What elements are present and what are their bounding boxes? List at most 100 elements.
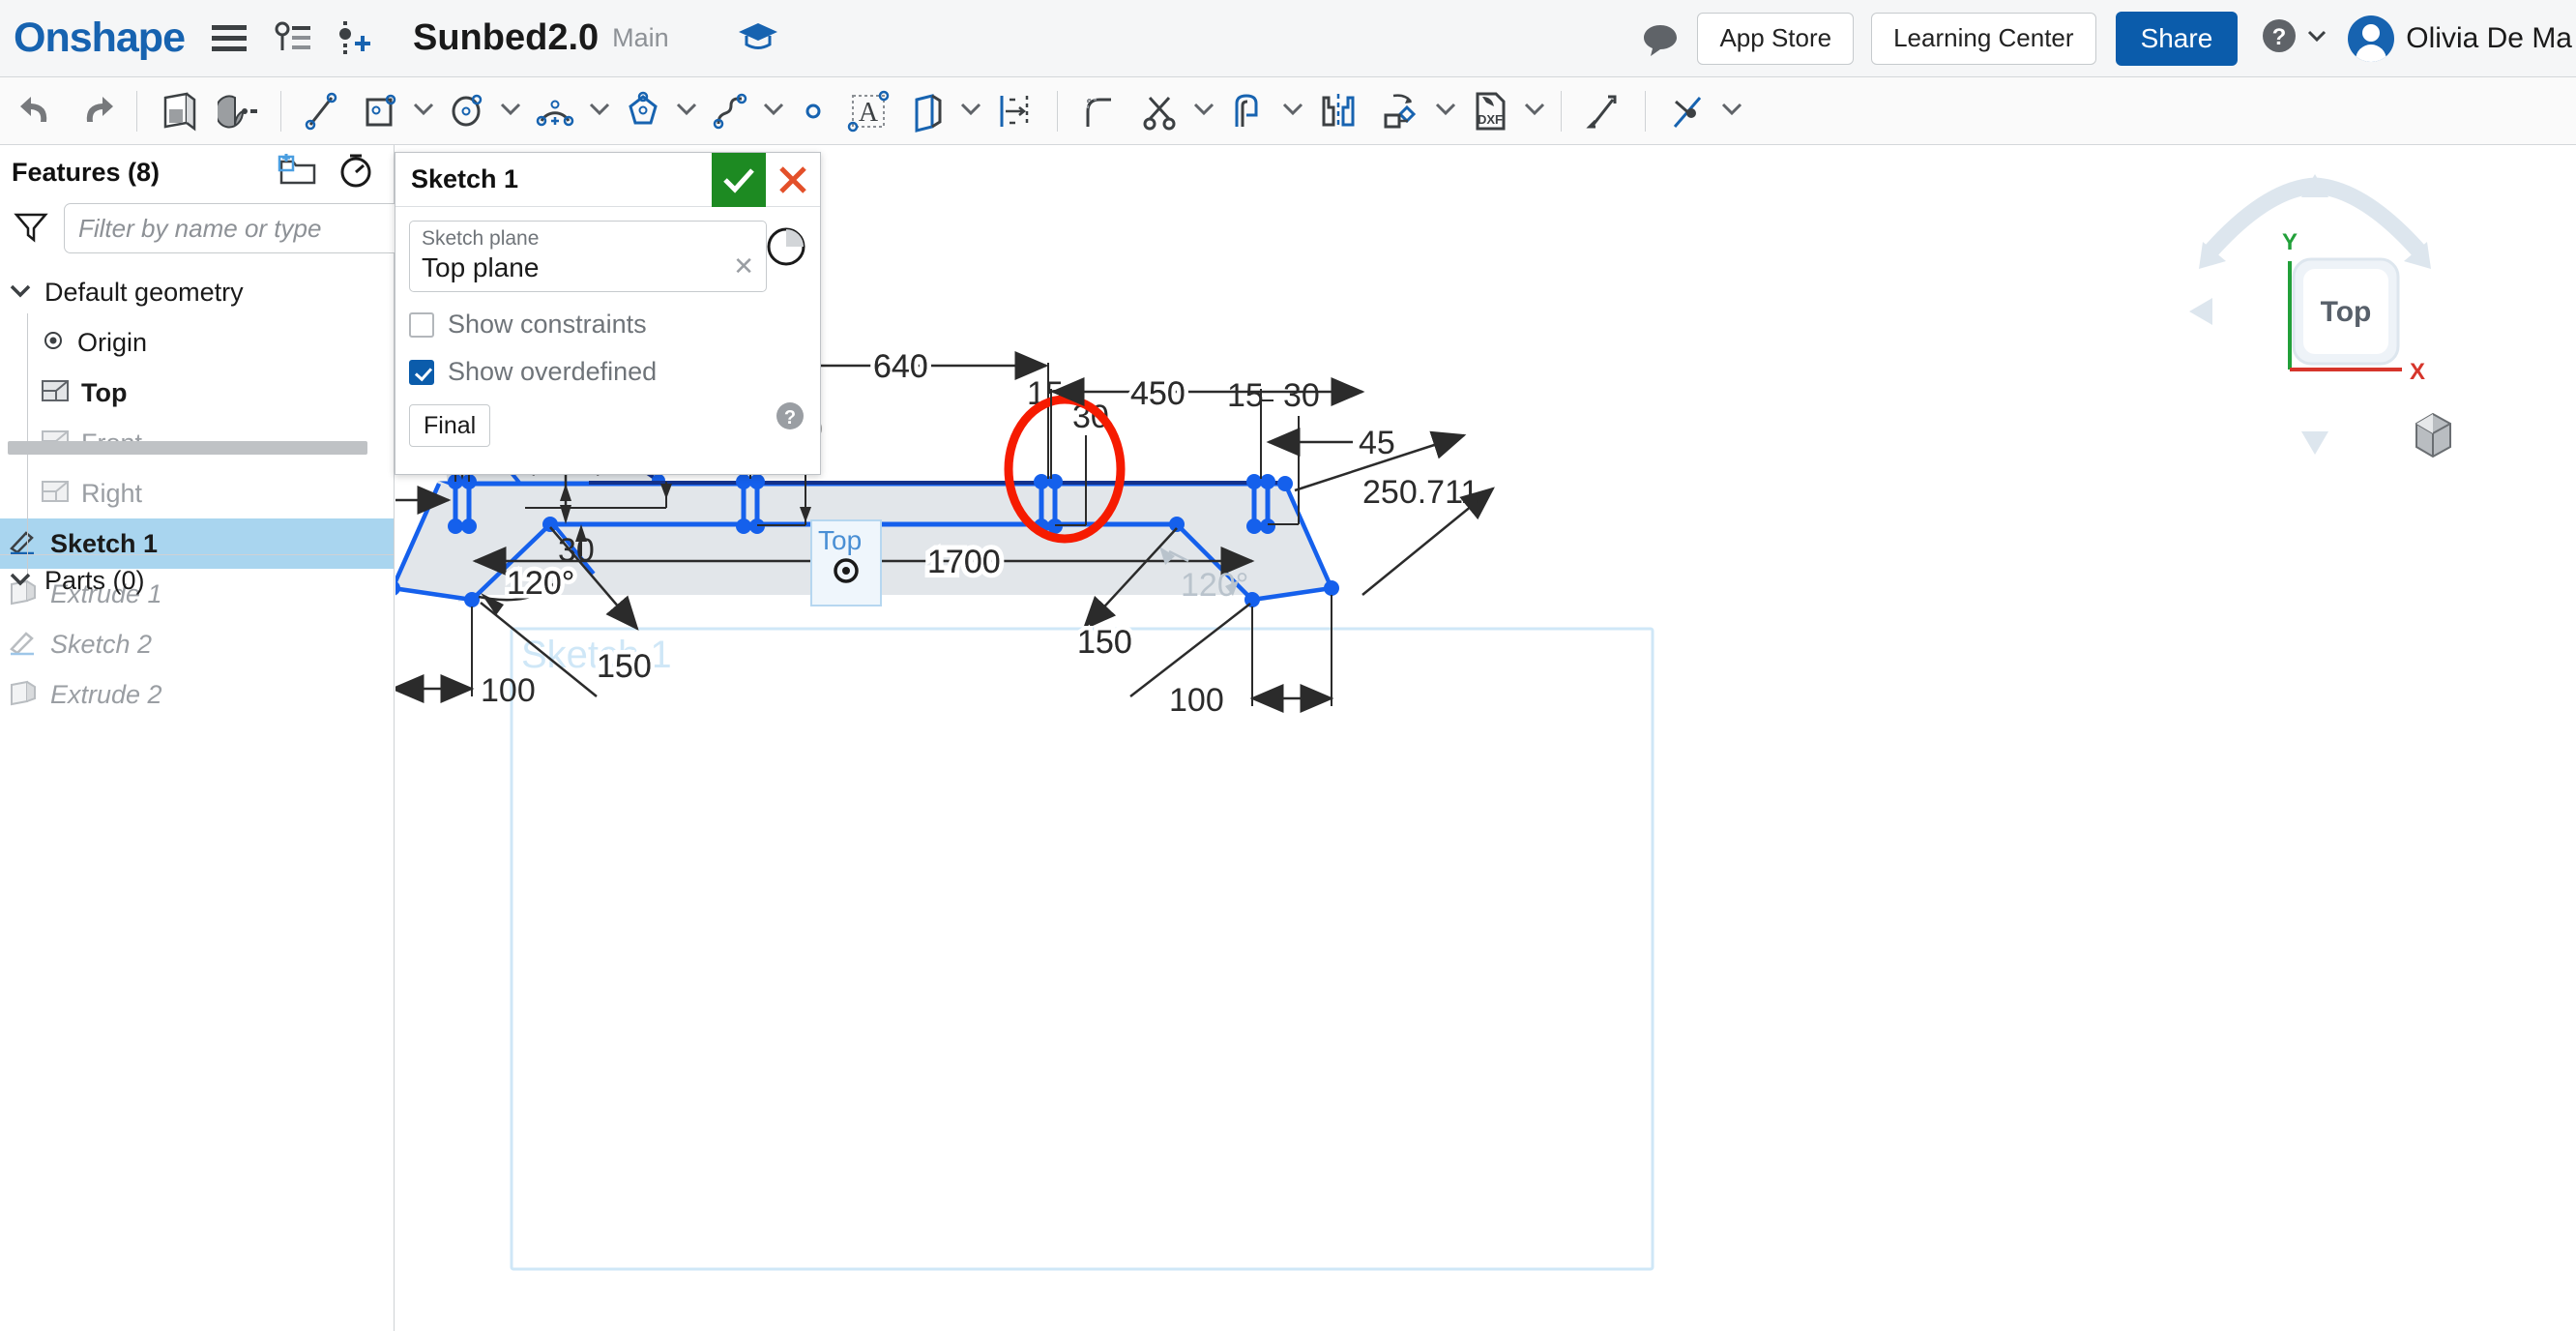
chevron-down-icon[interactable] (1522, 100, 1547, 122)
graduation-cap-icon[interactable] (737, 19, 779, 57)
arc-icon[interactable] (534, 90, 576, 133)
pie-chart-icon[interactable] (764, 224, 808, 274)
accept-button[interactable] (712, 152, 766, 207)
horizontal-scrollbar[interactable] (8, 441, 367, 455)
show-constraints-checkbox[interactable] (409, 311, 434, 338)
transform-icon[interactable] (1378, 90, 1422, 133)
tree-item-origin[interactable]: Origin (0, 317, 394, 368)
svg-text:640: 640 (873, 348, 928, 385)
features-header: Features (8) (0, 145, 394, 199)
offset-icon[interactable] (1227, 90, 1270, 133)
rectangle-icon[interactable] (360, 90, 400, 133)
check-icon (723, 167, 754, 193)
sketch-boundary (510, 627, 1654, 1271)
sketch-dialog: Sketch 1 Sketch plane Top plane ✕ Show c… (395, 152, 821, 475)
show-constraints-row[interactable]: Show constraints (409, 310, 806, 340)
chevron-down-icon[interactable] (1280, 100, 1305, 122)
parts-section-header[interactable]: Parts (0) (0, 566, 145, 596)
show-overdefined-checkbox[interactable] (409, 359, 434, 385)
dimension-icon[interactable] (994, 90, 1037, 133)
circle-icon[interactable] (447, 90, 487, 133)
tree-item-sketch-1[interactable]: Sketch 1 (0, 518, 394, 569)
toolbar-divider-2 (280, 90, 281, 132)
chevron-down-icon[interactable] (674, 100, 699, 122)
chevron-down-icon[interactable] (1433, 100, 1458, 122)
help-circle-icon[interactable]: ? (774, 399, 806, 437)
filter-input[interactable] (64, 203, 421, 253)
tree-item-top[interactable]: Top (0, 368, 394, 418)
origin-icon (41, 328, 66, 358)
chevron-down-icon[interactable] (1719, 100, 1744, 122)
tree-item-label: Origin (77, 327, 148, 357)
sketch-dialog-header: Sketch 1 (395, 152, 820, 207)
tree-item-label: Extrude 2 (50, 679, 162, 709)
fillet-icon[interactable] (1078, 90, 1121, 133)
section-view-icon[interactable] (218, 90, 260, 133)
construction-icon[interactable] (1582, 90, 1625, 133)
comment-icon[interactable] (1641, 19, 1680, 58)
document-title[interactable]: Sunbed2.0 (413, 17, 599, 59)
svg-text:120°: 120° (1181, 567, 1248, 604)
text-icon[interactable]: A (847, 90, 890, 133)
tree-item-sketch-2[interactable]: Sketch 2 (0, 619, 394, 669)
chevron-down-icon[interactable] (1191, 100, 1216, 122)
svg-text:150: 150 (1077, 624, 1132, 661)
panel-divider (0, 554, 395, 555)
top-bar: Onshape Sunbed2.0 Main App Store Learnin… (0, 0, 2576, 77)
menu-icon[interactable] (210, 22, 249, 55)
dxf-icon[interactable]: DXF (1469, 89, 1511, 133)
redo-icon[interactable] (75, 93, 116, 130)
filter-icon[interactable] (12, 210, 50, 248)
insert-icon[interactable] (337, 20, 370, 56)
trim-icon[interactable] (1138, 90, 1181, 133)
extrude-icon[interactable] (907, 90, 948, 133)
extrude-icon (8, 679, 39, 711)
chevron-down-icon[interactable] (587, 100, 612, 122)
tree-item-extrude-2[interactable]: Extrude 2 (0, 669, 394, 720)
tree-item-label: Top (81, 377, 128, 407)
dimension-15-c[interactable]: 15 (1227, 377, 1273, 414)
point-icon[interactable] (797, 90, 830, 133)
chevron-down-icon[interactable] (411, 100, 436, 122)
tree-item-right[interactable]: Right (0, 468, 394, 518)
svg-text:A: A (859, 98, 879, 128)
mirror-icon[interactable] (1316, 90, 1361, 133)
final-button[interactable]: Final (409, 404, 491, 447)
app-store-button[interactable]: App Store (1697, 12, 1855, 65)
version-graph-icon[interactable] (274, 21, 312, 56)
tree-item-default-geometry[interactable]: Default geometry (0, 267, 394, 317)
chevron-down-icon[interactable] (761, 100, 786, 122)
line-icon[interactable] (302, 90, 342, 133)
dimension-100-left[interactable]: 100 (395, 595, 536, 709)
show-overdefined-row[interactable]: Show overdefined (409, 357, 806, 387)
dimension-100-right[interactable]: 100 (1169, 595, 1334, 719)
spline-icon[interactable] (710, 90, 750, 133)
share-button[interactable]: Share (2115, 11, 2239, 66)
document-branch[interactable]: Main (612, 23, 669, 53)
rollback-timer-icon[interactable] (337, 152, 374, 193)
onshape-logo[interactable]: Onshape (14, 15, 186, 62)
undo-icon[interactable] (17, 93, 58, 130)
cancel-button[interactable] (766, 153, 820, 207)
toolbar-divider-5 (1645, 90, 1646, 132)
constraint-icon[interactable] (1666, 90, 1709, 133)
tree-item-label: Sketch 2 (50, 629, 153, 659)
sketch-plane-value: Top plane (422, 252, 540, 282)
learning-center-button[interactable]: Learning Center (1871, 12, 2096, 65)
help-menu[interactable]: ? (2259, 15, 2327, 61)
dimension-45[interactable]: 45 (1266, 425, 1395, 461)
user-name: Olivia De Ma (2406, 21, 2572, 54)
polygon-icon[interactable] (623, 90, 663, 133)
sketch-plane-icon[interactable] (158, 90, 200, 133)
toolbar-divider (136, 90, 137, 132)
new-folder-icon[interactable] (278, 153, 318, 192)
sketch-toolbar: A DXF (0, 77, 2576, 145)
sketch-plane-field[interactable]: Sketch plane Top plane ✕ (409, 221, 767, 292)
chevron-down-icon[interactable] (498, 100, 523, 122)
svg-text:1700: 1700 (927, 544, 1001, 580)
chevron-down-icon[interactable] (958, 100, 983, 122)
view-cube[interactable]: Top Y X (2170, 164, 2460, 464)
origin-marker[interactable]: Top (810, 519, 882, 606)
user-menu[interactable]: Olivia De Ma (2348, 15, 2572, 62)
clear-icon[interactable]: ✕ (733, 251, 754, 281)
